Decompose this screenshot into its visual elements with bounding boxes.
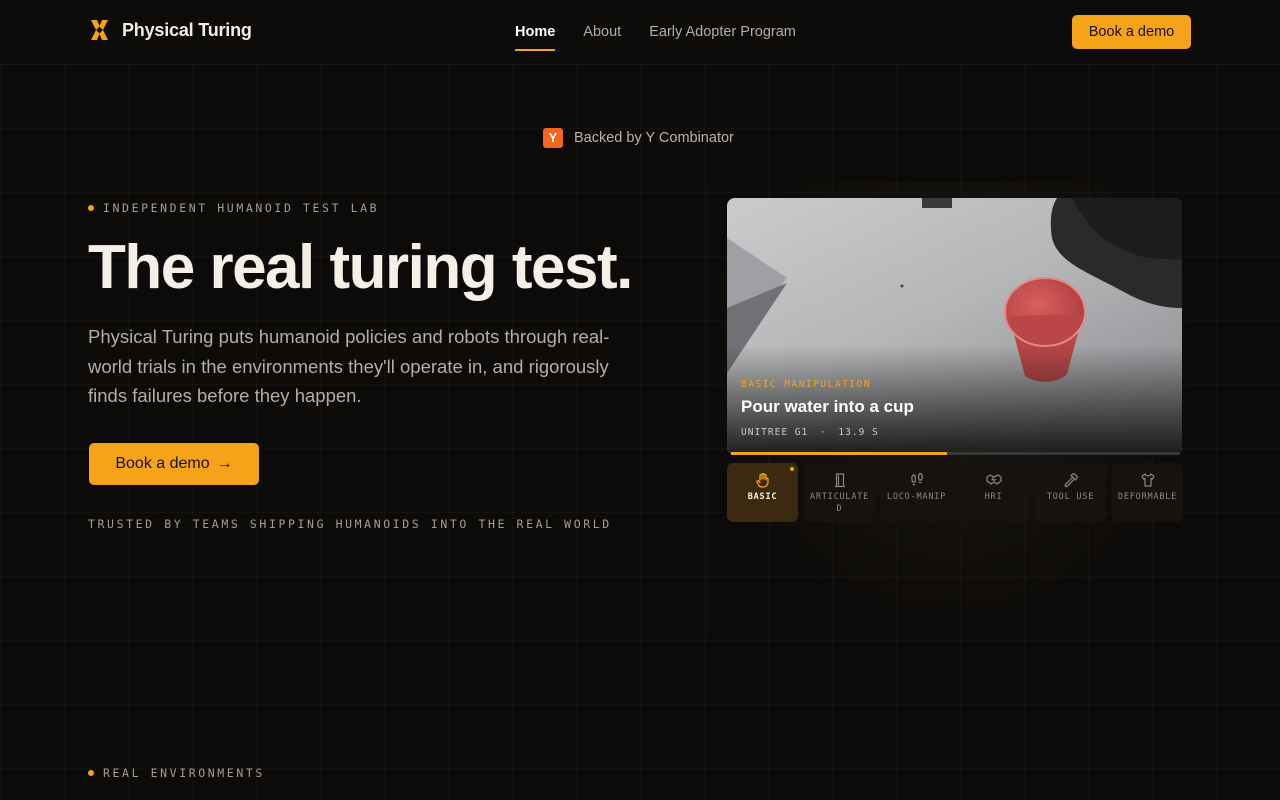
hero-eyebrow-text: INDEPENDENT HUMANOID TEST LAB bbox=[103, 201, 380, 215]
nav-links: Home About Early Adopter Program bbox=[515, 0, 796, 65]
tab-deformable-label: DEFORMABLE bbox=[1117, 492, 1178, 502]
tab-articulated[interactable]: ARTICULATED bbox=[804, 463, 875, 522]
brand[interactable]: Physical Turing bbox=[89, 18, 252, 42]
tab-hri-label: HRI bbox=[984, 492, 1003, 502]
meta-separator: · bbox=[819, 427, 827, 438]
brand-name: Physical Turing bbox=[122, 19, 252, 40]
hero-subtitle: Physical Turing puts humanoid policies a… bbox=[88, 326, 610, 406]
hand-icon bbox=[755, 472, 769, 488]
tab-tool-use[interactable]: TOOL USE bbox=[1035, 463, 1106, 522]
tab-articulated-label: ARTICULATED bbox=[809, 492, 870, 514]
book-demo-hero-label: Book a demo bbox=[115, 455, 210, 472]
arrow-right-icon: → bbox=[216, 455, 233, 472]
accent-dot bbox=[88, 770, 94, 776]
shirt-icon bbox=[1140, 473, 1155, 487]
tab-basic-label: BASIC bbox=[747, 492, 778, 502]
book-demo-hero-button[interactable]: Book a demo → bbox=[89, 443, 259, 485]
nav-link-early-adopter[interactable]: Early Adopter Program bbox=[649, 0, 796, 65]
book-demo-nav-button[interactable]: Book a demo bbox=[1072, 15, 1191, 49]
door-icon bbox=[834, 473, 845, 488]
video-meta: UNITREE G1 · 13.9 S bbox=[741, 427, 879, 438]
demo-video[interactable]: BASIC MANIPULATION Pour water into a cup… bbox=[727, 198, 1182, 455]
nav-link-home[interactable]: Home bbox=[515, 0, 556, 65]
tab-deformable[interactable]: DEFORMABLE bbox=[1112, 463, 1183, 522]
hammer-icon bbox=[1064, 472, 1078, 488]
tab-hri[interactable]: HRI bbox=[958, 463, 1029, 522]
handshake-icon bbox=[985, 474, 1002, 485]
brand-logo-icon bbox=[91, 20, 108, 40]
video-progress-bar[interactable] bbox=[731, 452, 1180, 455]
accent-dot bbox=[88, 205, 94, 211]
top-nav: Physical Turing Home About Early Adopter… bbox=[0, 0, 1280, 65]
section-eyebrow: REAL ENVIRONMENTS bbox=[88, 766, 265, 780]
video-title: Pour water into a cup bbox=[741, 397, 914, 416]
footprints-icon bbox=[910, 472, 923, 486]
tab-tool-use-label: TOOL USE bbox=[1046, 492, 1095, 502]
category-tabs: BASIC ARTICULATED LOCO-MANIP HRI TOOL US… bbox=[727, 463, 1183, 522]
hero-title: The real turing test. bbox=[88, 233, 633, 302]
hero-eyebrow: INDEPENDENT HUMANOID TEST LAB bbox=[88, 201, 379, 215]
yc-backed: Y Backed by Y Combinator bbox=[543, 128, 734, 148]
robot-name: UNITREE G1 bbox=[741, 427, 809, 438]
trusted-by-text: TRUSTED BY TEAMS SHIPPING HUMANOIDS INTO… bbox=[88, 517, 612, 531]
yc-text: Backed by Y Combinator bbox=[574, 130, 734, 146]
nav-link-about[interactable]: About bbox=[583, 0, 621, 65]
tab-loco-manip-label: LOCO-MANIP bbox=[886, 492, 947, 502]
video-progress-fill bbox=[731, 452, 947, 455]
tab-basic[interactable]: BASIC bbox=[727, 463, 798, 522]
yc-logo-icon: Y bbox=[543, 128, 563, 148]
video-duration: 13.9 S bbox=[838, 427, 879, 438]
section-eyebrow-text: REAL ENVIRONMENTS bbox=[103, 766, 265, 780]
video-category: BASIC MANIPULATION bbox=[741, 379, 871, 390]
tab-loco-manip[interactable]: LOCO-MANIP bbox=[881, 463, 952, 522]
